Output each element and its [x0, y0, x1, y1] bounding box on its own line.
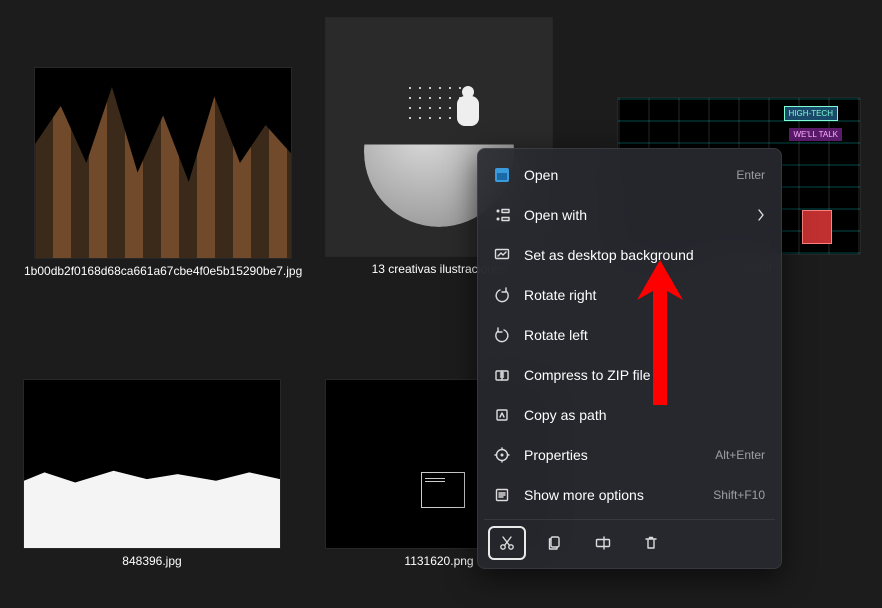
rotater-icon — [494, 287, 510, 303]
menu-item-label: Show more options — [524, 487, 699, 503]
menu-item-label: Rotate left — [524, 327, 765, 343]
openwith-icon — [494, 207, 510, 223]
menu-item-rotate-left[interactable]: Rotate left — [484, 315, 775, 355]
menu-item-label: Set as desktop background — [524, 247, 765, 263]
menu-item-open[interactable]: Open Enter — [484, 155, 775, 195]
copy-icon — [546, 534, 564, 552]
context-menu: Open Enter Open with Set as desktop back… — [477, 148, 782, 569]
zip-icon — [494, 367, 510, 383]
delete-button[interactable] — [632, 526, 670, 560]
neon-sign: WE'LL TALK — [789, 128, 842, 141]
menu-item-hint: Enter — [736, 168, 765, 182]
path-icon — [494, 407, 510, 423]
menu-item-properties[interactable]: Properties Alt+Enter — [484, 435, 775, 475]
menu-item-label: Open — [524, 167, 722, 183]
menu-item-label: Rotate right — [524, 287, 765, 303]
desktop-icon — [494, 247, 510, 263]
context-menu-toolbar — [484, 519, 775, 562]
menu-item-open-with[interactable]: Open with — [484, 195, 775, 235]
menu-item-show-more-options[interactable]: Show more options Shift+F10 — [484, 475, 775, 515]
rename-icon — [594, 534, 612, 552]
thumbnail-caption: 848396.jpg — [122, 554, 181, 570]
copy-button[interactable] — [536, 526, 574, 560]
chevron-right-icon — [757, 209, 765, 221]
rename-button[interactable] — [584, 526, 622, 560]
menu-item-compress-zip[interactable]: Compress to ZIP file — [484, 355, 775, 395]
thumbnail-caption: 1b00db2f0168d68ca661a67cbe4f0e5b15290be7… — [24, 264, 302, 280]
neon-sign: HIGH-TECH — [784, 106, 838, 121]
menu-item-label: Copy as path — [524, 407, 765, 423]
thumbnail-image — [35, 68, 291, 258]
menu-item-rotate-right[interactable]: Rotate right — [484, 275, 775, 315]
cut-button[interactable] — [488, 526, 526, 560]
menu-item-hint: Shift+F10 — [713, 488, 765, 502]
file-thumbnail[interactable]: 1b00db2f0168d68ca661a67cbe4f0e5b15290be7… — [24, 68, 302, 280]
more-icon — [494, 487, 510, 503]
thumbnail-caption: 1131620.png — [404, 554, 473, 570]
menu-item-label: Compress to ZIP file — [524, 367, 765, 383]
menu-item-label: Open with — [524, 207, 743, 223]
scissors-icon — [498, 534, 516, 552]
menu-item-hint: Alt+Enter — [715, 448, 765, 462]
file-thumbnail[interactable]: 848396.jpg — [24, 380, 280, 570]
thumbnail-image — [24, 380, 280, 548]
menu-item-copy-path[interactable]: Copy as path — [484, 395, 775, 435]
rotatel-icon — [494, 327, 510, 343]
trash-icon — [642, 534, 660, 552]
menu-item-set-desktop-background[interactable]: Set as desktop background — [484, 235, 775, 275]
open-icon — [494, 167, 510, 183]
menu-item-label: Properties — [524, 447, 701, 463]
props-icon — [494, 447, 510, 463]
